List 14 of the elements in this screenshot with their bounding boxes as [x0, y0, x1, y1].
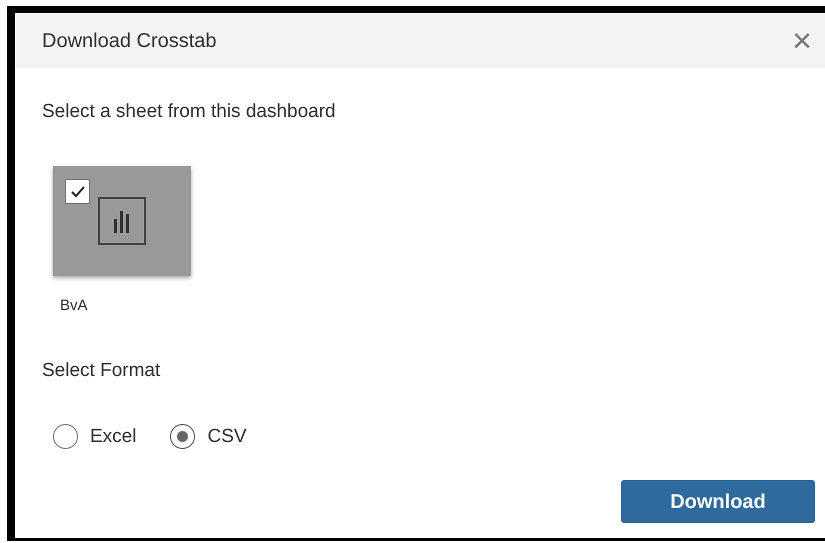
section-label: Select Format — [42, 358, 162, 382]
dialog-title: Download Crosstab — [42, 28, 217, 54]
radio-button[interactable] — [53, 424, 78, 450]
radio-option[interactable]: CSV — [170, 422, 247, 451]
check-icon — [70, 184, 86, 198]
sheet-tile[interactable] — [53, 166, 191, 276]
checkbox[interactable] — [65, 179, 90, 204]
bar-chart-icon — [98, 197, 146, 245]
radio-option[interactable]: Excel — [53, 422, 136, 451]
close-button[interactable]: × — [787, 24, 817, 58]
download-button[interactable]: Download — [621, 480, 815, 523]
sheet-name: BvA — [60, 296, 89, 316]
section-label: Select a sheet from this dashboard — [42, 100, 337, 124]
radio-button[interactable] — [170, 424, 196, 450]
